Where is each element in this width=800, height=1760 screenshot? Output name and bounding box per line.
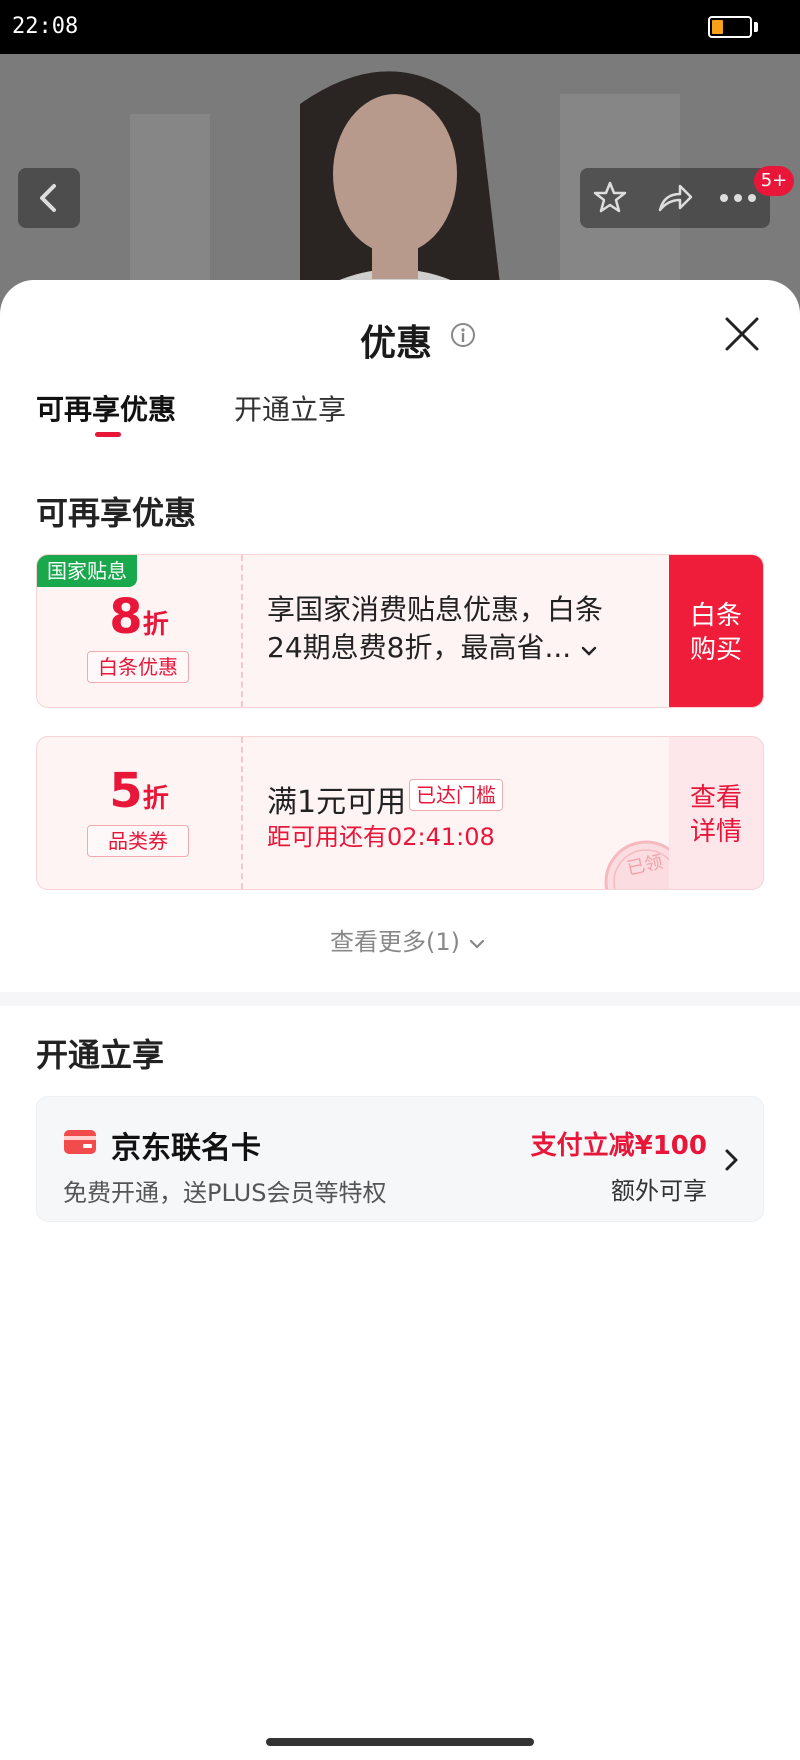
home-indicator[interactable]	[266, 1738, 534, 1746]
baitiao-buy-button[interactable]: 白条 购买	[669, 555, 763, 707]
coupon-card-category[interactable]: 5折 品类券 满1元可用 已达门槛 距可用还有02:41:08 已领 查看 详情	[36, 736, 764, 890]
more-icon[interactable]	[718, 192, 758, 204]
discount-number: 8	[109, 589, 143, 645]
status-bar: 22:08	[0, 0, 800, 54]
chevron-down-icon	[581, 646, 597, 656]
cta-line-2: 购买	[689, 635, 742, 665]
chevron-left-icon	[40, 184, 56, 212]
discount-value: 8折	[37, 589, 241, 645]
card-extra-note: 额外可享	[611, 1177, 707, 1205]
chevron-right-icon	[725, 1149, 738, 1171]
discount-number: 5	[109, 763, 143, 819]
battery-fill	[712, 20, 723, 34]
battery-cap	[754, 22, 758, 32]
section-divider	[0, 992, 800, 1006]
credit-card-icon	[64, 1130, 96, 1154]
card-name: 京东联名卡	[111, 1131, 261, 1166]
share-icon[interactable]	[656, 180, 694, 216]
section-title-activate: 开通立享	[36, 1036, 165, 1074]
tab-activate-offers[interactable]: 开通立享	[234, 388, 346, 428]
cta-line-1: 查看	[689, 783, 742, 813]
info-icon[interactable]	[450, 322, 476, 348]
tab-underline	[95, 432, 121, 437]
tab-available-offers[interactable]: 可再享优惠	[36, 388, 176, 428]
close-icon[interactable]	[722, 314, 762, 354]
discount-unit: 折	[142, 610, 169, 640]
discount-sheet: 优惠 可再享优惠 开通立享 可再享优惠 国家贴息 8折 白条优惠 享国家消费贴息…	[0, 280, 800, 1760]
battery-icon	[708, 16, 752, 38]
coupon-type-label: 白条优惠	[87, 651, 189, 683]
cta-line-2: 详情	[689, 817, 742, 847]
coupon-countdown: 距可用还有02:41:08	[267, 823, 495, 851]
coupon-description-text: 享国家消费贴息优惠，白条24期息费8折，最高省...	[267, 593, 604, 664]
coupon-description[interactable]: 享国家消费贴息优惠，白条24期息费8折，最高省...	[267, 591, 637, 667]
see-more-button[interactable]: 查看更多(1)	[330, 922, 486, 957]
top-actions-group	[580, 168, 770, 228]
section-title-available: 可再享优惠	[36, 494, 197, 532]
coupon-divider	[241, 555, 243, 707]
chevron-down-icon	[469, 939, 484, 949]
card-discount: 支付立减¥100	[530, 1131, 707, 1161]
notification-badge: 5+	[754, 166, 794, 196]
star-icon[interactable]	[592, 180, 628, 216]
status-time: 22:08	[12, 14, 79, 39]
cta-line-1: 白条	[689, 601, 742, 631]
jd-co-branded-card[interactable]: 京东联名卡 免费开通，送PLUS会员等特权 支付立减¥100 额外可享	[36, 1096, 764, 1222]
view-details-button[interactable]: 查看 详情	[669, 737, 763, 889]
coupon-type-label: 品类券	[87, 825, 189, 857]
discount-unit: 折	[142, 784, 169, 814]
card-subtitle: 免费开通，送PLUS会员等特权	[63, 1179, 387, 1207]
national-subsidy-ribbon: 国家贴息	[37, 555, 137, 587]
see-more-label: 查看更多(1)	[330, 928, 460, 956]
back-button[interactable]	[18, 168, 80, 228]
coupon-divider	[241, 737, 243, 889]
discount-value: 5折	[37, 763, 241, 819]
coupon-threshold: 满1元可用	[267, 785, 407, 820]
sheet-title: 优惠	[360, 323, 433, 364]
coupon-card-baitiao[interactable]: 国家贴息 8折 白条优惠 享国家消费贴息优惠，白条24期息费8折，最高省... …	[36, 554, 764, 708]
threshold-reached-tag: 已达门槛	[409, 779, 503, 811]
